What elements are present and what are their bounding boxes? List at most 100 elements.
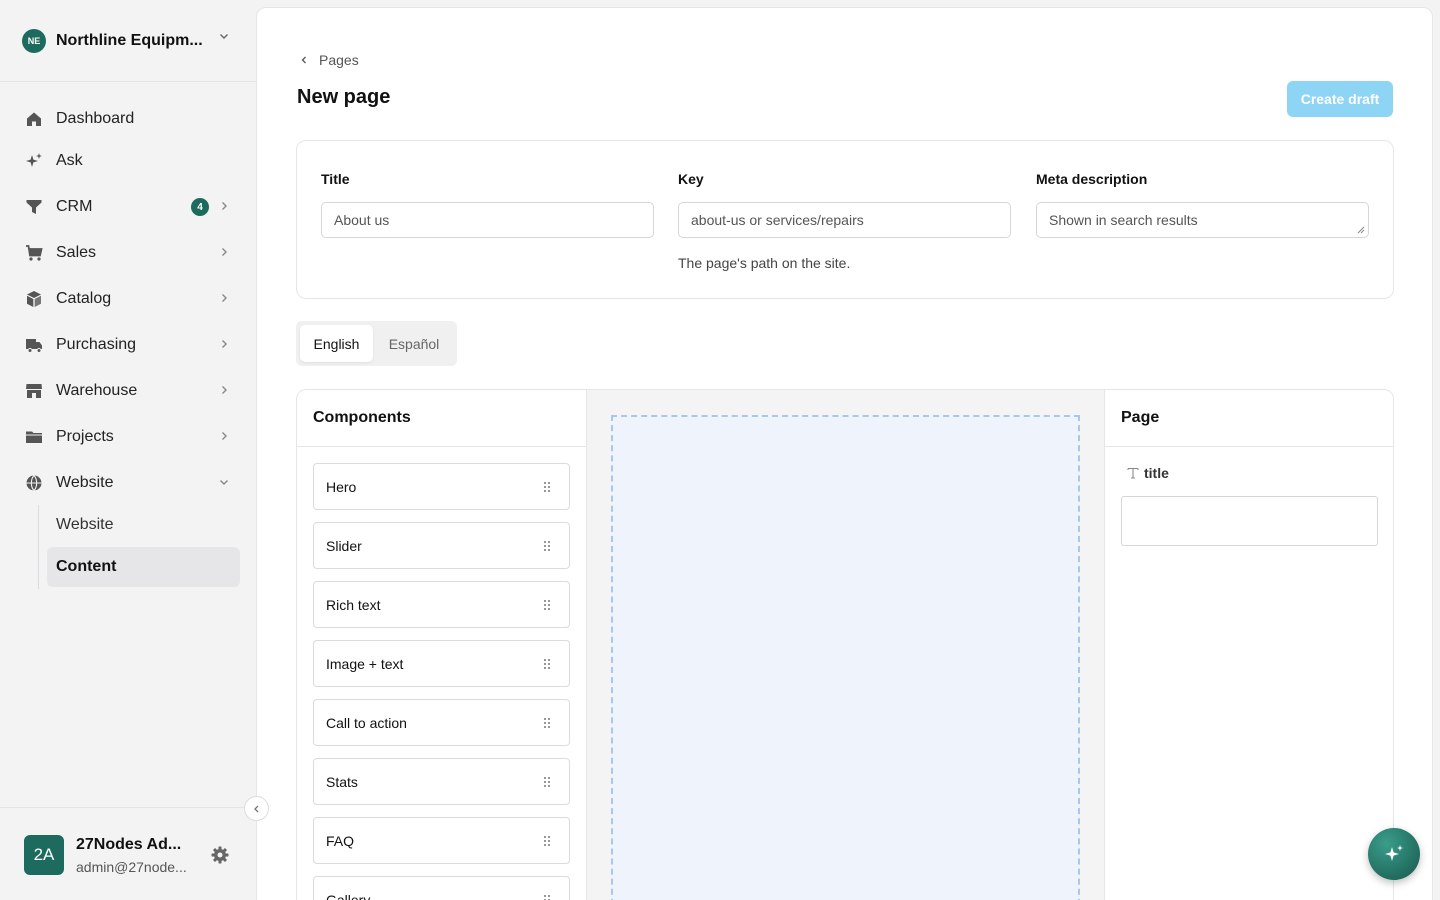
tab-espanol[interactable]: Español	[378, 325, 450, 362]
component-label: Gallery	[326, 891, 371, 900]
component-stats[interactable]: Stats	[313, 758, 570, 805]
org-switcher[interactable]: NE Northline Equipm...	[0, 0, 256, 82]
chevron-right-icon	[222, 294, 227, 302]
drag-handle-icon[interactable]	[543, 540, 551, 552]
sidebar-item-sales[interactable]: Sales	[0, 233, 256, 273]
title-label: Title	[321, 171, 350, 187]
sidebar-item-label: Projects	[56, 428, 114, 445]
text-type-icon	[1127, 467, 1139, 479]
user-name: 27Nodes Ad...	[76, 836, 182, 853]
drag-handle-icon[interactable]	[543, 599, 551, 611]
drag-handle-icon[interactable]	[543, 481, 551, 493]
chevron-right-icon	[222, 202, 227, 210]
count-badge: 4	[191, 198, 209, 216]
resize-handle-icon[interactable]	[1357, 226, 1365, 234]
sparkles-icon	[1385, 845, 1403, 861]
sidebar-item-warehouse[interactable]: Warehouse	[0, 371, 256, 411]
storefront-icon	[24, 381, 44, 401]
breadcrumb-pages[interactable]: Pages	[319, 52, 359, 68]
sidebar: NE Northline Equipm... Dashboard Ask CRM…	[0, 0, 256, 900]
component-slider[interactable]: Slider	[313, 522, 570, 569]
sidebar-item-label: Ask	[56, 152, 83, 169]
sidebar-item-label: Purchasing	[56, 336, 137, 353]
tab-english[interactable]: English	[300, 325, 373, 362]
sidebar-item-label: CRM	[56, 198, 93, 215]
sidebar-item-purchasing[interactable]: Purchasing	[0, 325, 256, 365]
sidebar-item-crm[interactable]: CRM 4	[0, 187, 256, 227]
builder-canvas	[587, 390, 1104, 900]
cart-icon	[24, 243, 44, 263]
title-input[interactable]: About us	[321, 202, 654, 238]
language-tabs: English Español	[296, 321, 457, 366]
org-avatar: NE	[22, 28, 46, 53]
key-help-text: The page's path on the site.	[678, 255, 851, 271]
component-label: FAQ	[326, 832, 355, 849]
page-panel-heading: Page	[1105, 390, 1393, 447]
meta-description-label: Meta description	[1036, 171, 1148, 187]
title-property-label: title	[1127, 465, 1169, 481]
chevron-right-icon	[222, 432, 227, 440]
sidebar-item-catalog[interactable]: Catalog	[0, 279, 256, 319]
components-panel: Components Hero Slider Rich text Image +…	[297, 390, 587, 900]
property-name: title	[1144, 465, 1169, 481]
ai-assistant-button[interactable]	[1368, 828, 1420, 880]
sidebar-item-label: Website	[56, 474, 114, 491]
home-icon	[24, 109, 44, 129]
collapse-sidebar-button[interactable]	[244, 796, 269, 821]
breadcrumb[interactable]: Pages	[299, 52, 359, 68]
key-label: Key	[678, 171, 704, 187]
sidebar-subitem-website[interactable]: Website	[47, 505, 240, 545]
drag-handle-icon[interactable]	[543, 776, 551, 788]
sidebar-subitem-content[interactable]: Content	[47, 547, 240, 587]
gear-icon[interactable]	[210, 845, 230, 865]
chevron-right-icon	[222, 386, 227, 394]
component-hero[interactable]: Hero	[313, 463, 570, 510]
component-label: Image + text	[326, 655, 404, 672]
create-draft-button[interactable]: Create draft	[1287, 81, 1393, 117]
drag-handle-icon[interactable]	[543, 658, 551, 670]
page-title: New page	[297, 86, 391, 108]
cube-icon	[24, 289, 44, 309]
component-gallery[interactable]: Gallery	[313, 876, 570, 900]
drag-handle-icon[interactable]	[543, 835, 551, 847]
component-label: Stats	[326, 773, 358, 790]
chevron-down-icon	[220, 480, 228, 485]
components-heading: Components	[297, 390, 586, 447]
sidebar-item-label: Warehouse	[56, 382, 138, 399]
globe-icon	[24, 473, 44, 493]
component-faq[interactable]: FAQ	[313, 817, 570, 864]
chevron-left-icon	[253, 805, 258, 812]
subnav-divider	[38, 505, 39, 589]
avatar: 2A	[24, 835, 64, 875]
chevron-right-icon	[222, 340, 227, 348]
component-label: Call to action	[326, 714, 407, 731]
main-content: Pages New page Create draft Title About …	[256, 7, 1433, 900]
org-name: Northline Equipm...	[56, 31, 203, 49]
sidebar-item-dashboard[interactable]: Dashboard	[0, 99, 256, 139]
user-email: admin@27node...	[76, 859, 187, 875]
sidebar-item-label: Dashboard	[56, 110, 135, 127]
chevron-right-icon	[222, 248, 227, 256]
page-builder: Components Hero Slider Rich text Image +…	[296, 389, 1394, 900]
sidebar-item-projects[interactable]: Projects	[0, 417, 256, 457]
component-image-text[interactable]: Image + text	[313, 640, 570, 687]
title-property-input[interactable]	[1121, 496, 1378, 546]
component-call-to-action[interactable]: Call to action	[313, 699, 570, 746]
page-properties-panel: Page title	[1104, 390, 1393, 900]
folder-icon	[24, 427, 44, 447]
user-menu[interactable]: 2A 27Nodes Ad... admin@27node...	[0, 807, 256, 900]
component-label: Hero	[326, 478, 357, 495]
drag-handle-icon[interactable]	[543, 717, 551, 729]
meta-description-placeholder: Shown in search results	[1049, 212, 1198, 228]
component-label: Rich text	[326, 596, 381, 613]
meta-description-textarea[interactable]: Shown in search results	[1036, 202, 1369, 238]
sidebar-item-ask[interactable]: Ask	[0, 141, 256, 181]
component-label: Slider	[326, 537, 362, 554]
sparkles-icon	[24, 151, 44, 171]
component-rich-text[interactable]: Rich text	[313, 581, 570, 628]
sidebar-item-label: Catalog	[56, 290, 112, 307]
drop-zone[interactable]	[611, 415, 1080, 900]
key-input[interactable]: about-us or services/repairs	[678, 202, 1011, 238]
drag-handle-icon[interactable]	[543, 894, 551, 900]
sidebar-item-website[interactable]: Website	[0, 463, 256, 503]
